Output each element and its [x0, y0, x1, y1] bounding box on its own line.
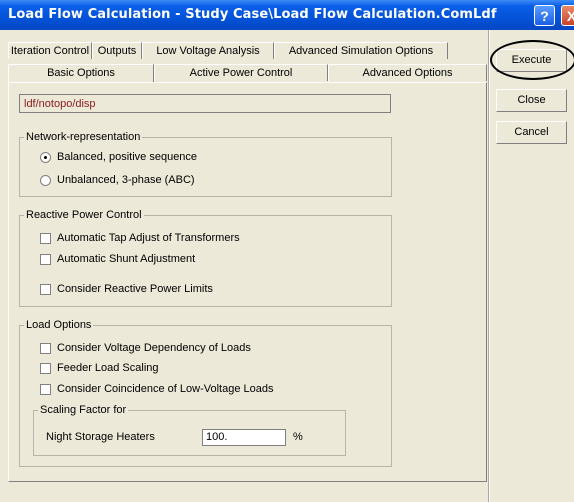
checkbox-coincidence-lv-loads-label: Consider Coincidence of Low-Voltage Load… — [57, 383, 274, 395]
tab-low-voltage-analysis[interactable]: Low Voltage Analysis — [142, 42, 274, 59]
checkbox-voltage-dependency-label: Consider Voltage Dependency of Loads — [57, 342, 251, 354]
checkbox-icon — [40, 362, 51, 374]
checkbox-reactive-power-limits-label: Consider Reactive Power Limits — [57, 283, 213, 295]
tab-active-power-control[interactable]: Active Power Control — [154, 64, 328, 81]
window-title: Load Flow Calculation - Study Case\Load … — [8, 7, 497, 22]
night-storage-heaters-input[interactable]: 100. — [202, 429, 286, 446]
button-column-separator — [488, 30, 490, 502]
network-representation-legend: Network-representation — [24, 131, 143, 143]
percent-unit-label: % — [293, 431, 303, 443]
checkbox-icon — [40, 383, 51, 395]
tab-advanced-options[interactable]: Advanced Options — [328, 64, 487, 81]
cancel-button[interactable]: Cancel — [496, 121, 567, 144]
tab-outputs[interactable]: Outputs — [92, 42, 142, 59]
tab-row-lower: Basic Options Active Power Control Advan… — [8, 64, 487, 82]
title-bar[interactable]: Load Flow Calculation - Study Case\Load … — [0, 0, 574, 30]
night-storage-heaters-label: Night Storage Heaters — [46, 431, 155, 443]
command-path-field: ldf/notopo/disp — [19, 94, 391, 113]
tab-row-upper: Iteration Control Outputs Low Voltage An… — [8, 42, 448, 59]
scaling-factor-legend: Scaling Factor for — [38, 404, 129, 416]
checkbox-auto-tap-adjust-label: Automatic Tap Adjust of Transformers — [57, 232, 240, 244]
close-icon[interactable]: X — [561, 5, 574, 26]
tab-iteration-control[interactable]: Iteration Control — [8, 42, 92, 59]
checkbox-icon — [40, 232, 51, 244]
radio-unbalanced-label: Unbalanced, 3-phase (ABC) — [57, 174, 195, 186]
tab-basic-options[interactable]: Basic Options — [8, 64, 154, 82]
checkbox-icon — [40, 342, 51, 354]
checkbox-auto-shunt-adjust[interactable]: Automatic Shunt Adjustment — [40, 253, 195, 265]
checkbox-feeder-load-scaling[interactable]: Feeder Load Scaling — [40, 362, 159, 374]
help-icon[interactable]: ? — [534, 5, 555, 26]
radio-unselected-icon — [40, 174, 51, 186]
checkbox-icon — [40, 283, 51, 295]
checkbox-reactive-power-limits[interactable]: Consider Reactive Power Limits — [40, 283, 213, 295]
load-options-legend: Load Options — [24, 319, 94, 331]
network-representation-group — [19, 137, 392, 197]
checkbox-auto-tap-adjust[interactable]: Automatic Tap Adjust of Transformers — [40, 232, 240, 244]
radio-balanced[interactable]: Balanced, positive sequence — [40, 151, 197, 163]
checkbox-coincidence-lv-loads[interactable]: Consider Coincidence of Low-Voltage Load… — [40, 383, 273, 395]
reactive-power-control-legend: Reactive Power Control — [24, 209, 144, 221]
radio-selected-icon — [40, 151, 51, 163]
checkbox-icon — [40, 253, 51, 265]
checkbox-voltage-dependency[interactable]: Consider Voltage Dependency of Loads — [40, 342, 251, 354]
checkbox-feeder-load-scaling-label: Feeder Load Scaling — [57, 362, 159, 374]
dialog-window: Load Flow Calculation - Study Case\Load … — [0, 0, 574, 502]
close-button[interactable]: Close — [496, 89, 567, 112]
checkbox-auto-shunt-adjust-label: Automatic Shunt Adjustment — [57, 253, 196, 265]
tab-advanced-simulation-options[interactable]: Advanced Simulation Options — [274, 42, 448, 59]
execute-button[interactable]: Execute — [496, 49, 567, 72]
radio-balanced-label: Balanced, positive sequence — [57, 151, 198, 163]
radio-unbalanced[interactable]: Unbalanced, 3-phase (ABC) — [40, 174, 195, 186]
